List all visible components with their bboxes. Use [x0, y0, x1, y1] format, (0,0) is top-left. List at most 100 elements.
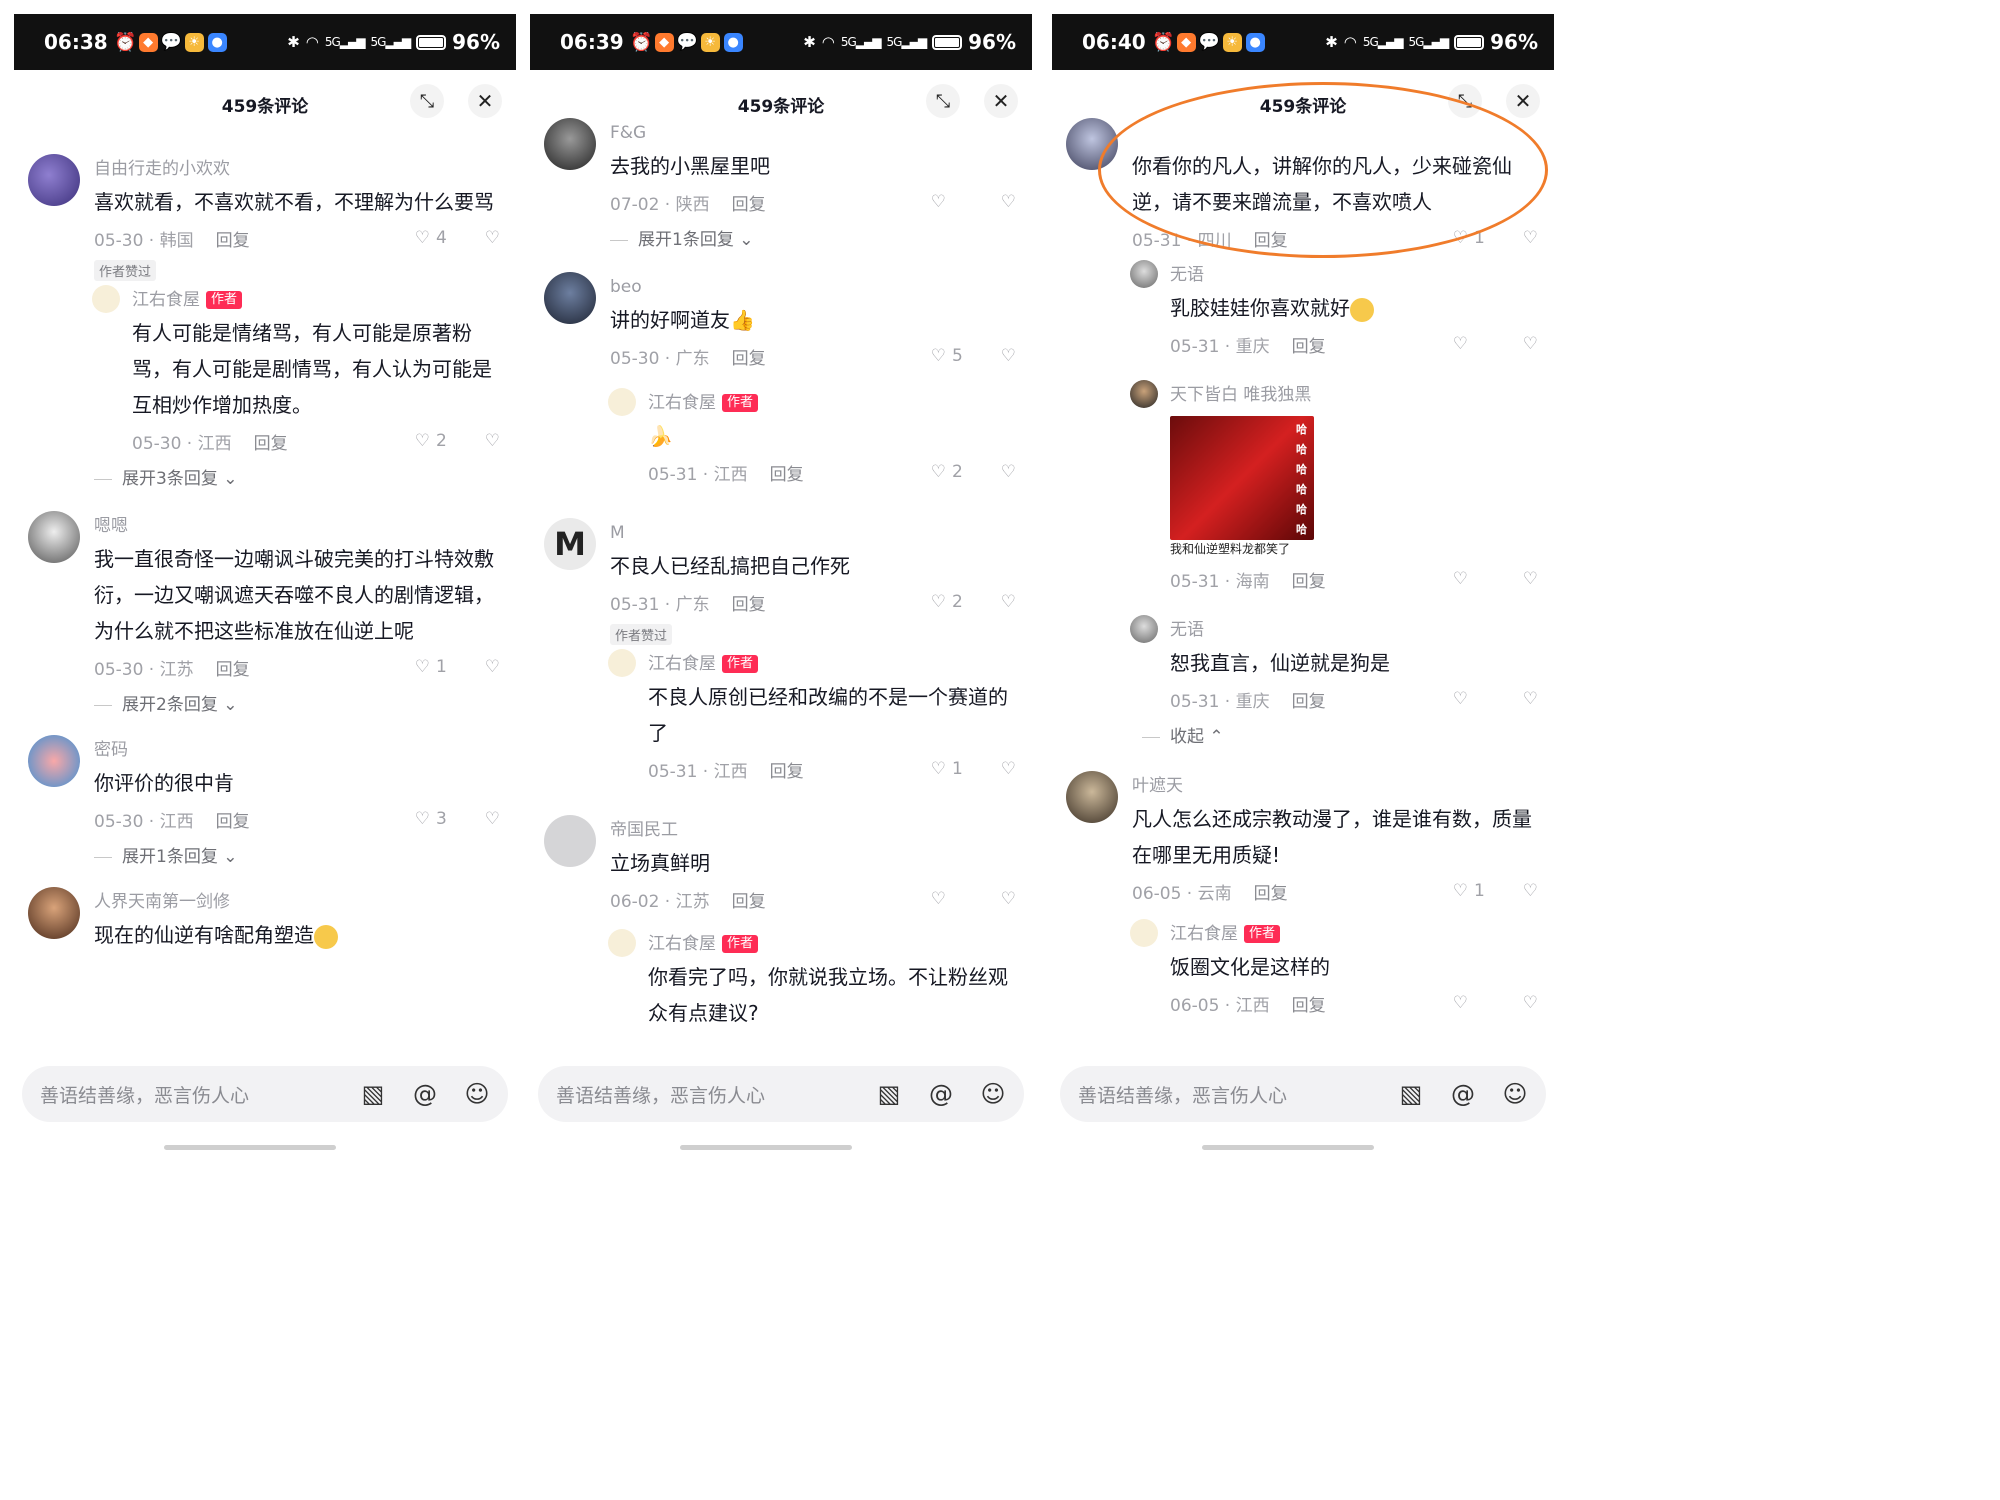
comment-username[interactable]: 人界天南第一剑修: [94, 887, 500, 917]
dislike-icon[interactable]: ♡: [1001, 592, 1016, 612]
reply-button[interactable]: 回复: [216, 655, 250, 680]
avatar[interactable]: [1066, 118, 1118, 170]
emoji-icon[interactable]: ☺: [462, 1079, 492, 1109]
like-button[interactable]: ♡: [1453, 569, 1507, 589]
reply-username[interactable]: 江右食屋: [648, 393, 716, 413]
comment-input-bar[interactable]: 善语结善缘，恶言伤人心 ▧ @ ☺: [1060, 1066, 1546, 1122]
dislike-icon[interactable]: ♡: [485, 431, 500, 451]
comment-username[interactable]: 嗯嗯: [94, 511, 500, 541]
reply-button[interactable]: 回复: [732, 190, 766, 215]
close-icon[interactable]: ✕: [984, 84, 1018, 118]
reply-button[interactable]: 回复: [770, 460, 804, 485]
like-button[interactable]: ♡: [931, 192, 985, 212]
comment-username[interactable]: beo: [610, 272, 1016, 302]
reply-button[interactable]: 回复: [216, 807, 250, 832]
image-icon[interactable]: ▧: [874, 1079, 904, 1109]
avatar[interactable]: [544, 272, 596, 324]
emoji-icon[interactable]: ☺: [978, 1079, 1008, 1109]
expand-replies-button[interactable]: 展开2条回复 ⌄: [94, 685, 500, 725]
reply-button[interactable]: 回复: [732, 590, 766, 615]
home-indicator[interactable]: [1202, 1145, 1374, 1150]
collapse-icon[interactable]: ⤡: [1448, 84, 1482, 118]
dislike-icon[interactable]: ♡: [1001, 889, 1016, 909]
reply-username[interactable]: 江右食屋: [132, 290, 200, 310]
avatar[interactable]: [544, 815, 596, 867]
like-button[interactable]: ♡ 1: [1453, 881, 1507, 901]
dislike-icon[interactable]: ♡: [485, 809, 500, 829]
like-button[interactable]: ♡ 1: [415, 657, 469, 677]
comment-input-bar[interactable]: 善语结善缘，恶言伤人心 ▧ @ ☺: [22, 1066, 508, 1122]
avatar[interactable]: M: [544, 518, 596, 570]
mention-icon[interactable]: @: [1448, 1079, 1478, 1109]
avatar[interactable]: [1130, 260, 1158, 288]
dislike-icon[interactable]: ♡: [1523, 334, 1538, 354]
reply-username[interactable]: 无语: [1170, 615, 1538, 645]
like-button[interactable]: ♡ 2: [415, 431, 469, 451]
meme-image[interactable]: 哈哈哈哈哈哈: [1170, 416, 1314, 540]
dislike-icon[interactable]: ♡: [1523, 993, 1538, 1013]
reply-button[interactable]: 回复: [770, 757, 804, 782]
reply-button[interactable]: 回复: [732, 887, 766, 912]
comment-username[interactable]: M: [610, 518, 1016, 548]
reply-username[interactable]: 天下皆白 唯我独黑: [1170, 380, 1538, 410]
expand-replies-button[interactable]: 展开1条回复 ⌄: [94, 837, 500, 877]
author-avatar[interactable]: [1130, 919, 1158, 947]
avatar[interactable]: [544, 118, 596, 170]
close-icon[interactable]: ✕: [468, 84, 502, 118]
comment-username[interactable]: 自由行走的小欢欢: [94, 154, 500, 184]
reply-username[interactable]: 江右食屋: [648, 654, 716, 674]
dislike-icon[interactable]: ♡: [1001, 192, 1016, 212]
avatar[interactable]: [28, 887, 80, 939]
reply-button[interactable]: 回复: [1292, 332, 1326, 357]
reply-button[interactable]: 回复: [1292, 567, 1326, 592]
comment-input[interactable]: 善语结善缘，恶言伤人心: [556, 1081, 852, 1108]
expand-replies-button[interactable]: 展开1条回复 ⌄: [610, 220, 1016, 260]
comment-input[interactable]: 善语结善缘，恶言伤人心: [1078, 1081, 1374, 1108]
collapse-replies-button[interactable]: 收起 ⌃: [1142, 717, 1538, 757]
author-avatar[interactable]: [608, 649, 636, 677]
image-icon[interactable]: ▧: [358, 1079, 388, 1109]
reply-button[interactable]: 回复: [1254, 879, 1288, 904]
collapse-icon[interactable]: ⤡: [410, 84, 444, 118]
like-button[interactable]: ♡ 1: [931, 759, 985, 779]
home-indicator[interactable]: [680, 1145, 852, 1150]
dislike-icon[interactable]: ♡: [1523, 689, 1538, 709]
comment-list[interactable]: 自由行走的小欢欢 喜欢就看，不喜欢就不看，不理解为什么要骂 05-30 · 韩国…: [14, 154, 516, 1054]
comment-username[interactable]: [1132, 118, 1538, 148]
like-button[interactable]: ♡: [1453, 689, 1507, 709]
reply-username[interactable]: 江右食屋: [648, 934, 716, 954]
dislike-icon[interactable]: ♡: [485, 228, 500, 248]
comment-input[interactable]: 善语结善缘，恶言伤人心: [40, 1081, 336, 1108]
emoji-icon[interactable]: ☺: [1500, 1079, 1530, 1109]
avatar[interactable]: [28, 735, 80, 787]
dislike-icon[interactable]: ♡: [1001, 759, 1016, 779]
author-avatar[interactable]: [608, 929, 636, 957]
like-button[interactable]: ♡: [1453, 334, 1507, 354]
avatar[interactable]: [1130, 380, 1158, 408]
dislike-icon[interactable]: ♡: [1001, 346, 1016, 366]
image-icon[interactable]: ▧: [1396, 1079, 1426, 1109]
author-avatar[interactable]: [608, 388, 636, 416]
comment-list[interactable]: F&G 去我的小黑屋里吧 07-02 · 陕西 回复 ♡ ♡ 展开1条回复 ⌄ beo…: [530, 118, 1032, 1054]
dislike-icon[interactable]: ♡: [1523, 569, 1538, 589]
reply-button[interactable]: 回复: [732, 344, 766, 369]
dislike-icon[interactable]: ♡: [1001, 462, 1016, 482]
comment-username[interactable]: 帝国民工: [610, 815, 1016, 845]
reply-username[interactable]: 无语: [1170, 260, 1538, 290]
like-button[interactable]: ♡ 3: [415, 809, 469, 829]
author-avatar[interactable]: [92, 285, 120, 313]
mention-icon[interactable]: @: [926, 1079, 956, 1109]
like-button[interactable]: ♡ 2: [931, 462, 985, 482]
reply-button[interactable]: 回复: [1292, 991, 1326, 1016]
close-icon[interactable]: ✕: [1506, 84, 1540, 118]
avatar[interactable]: [28, 154, 80, 206]
dislike-icon[interactable]: ♡: [1523, 881, 1538, 901]
comment-username[interactable]: 叶遮天: [1132, 771, 1538, 801]
reply-button[interactable]: 回复: [216, 226, 250, 251]
mention-icon[interactable]: @: [410, 1079, 440, 1109]
like-button[interactable]: ♡ 2: [931, 592, 985, 612]
dislike-icon[interactable]: ♡: [1523, 228, 1538, 248]
avatar[interactable]: [1066, 771, 1118, 823]
expand-replies-button[interactable]: 展开3条回复 ⌄: [94, 459, 500, 499]
reply-username[interactable]: 江右食屋: [1170, 924, 1238, 944]
